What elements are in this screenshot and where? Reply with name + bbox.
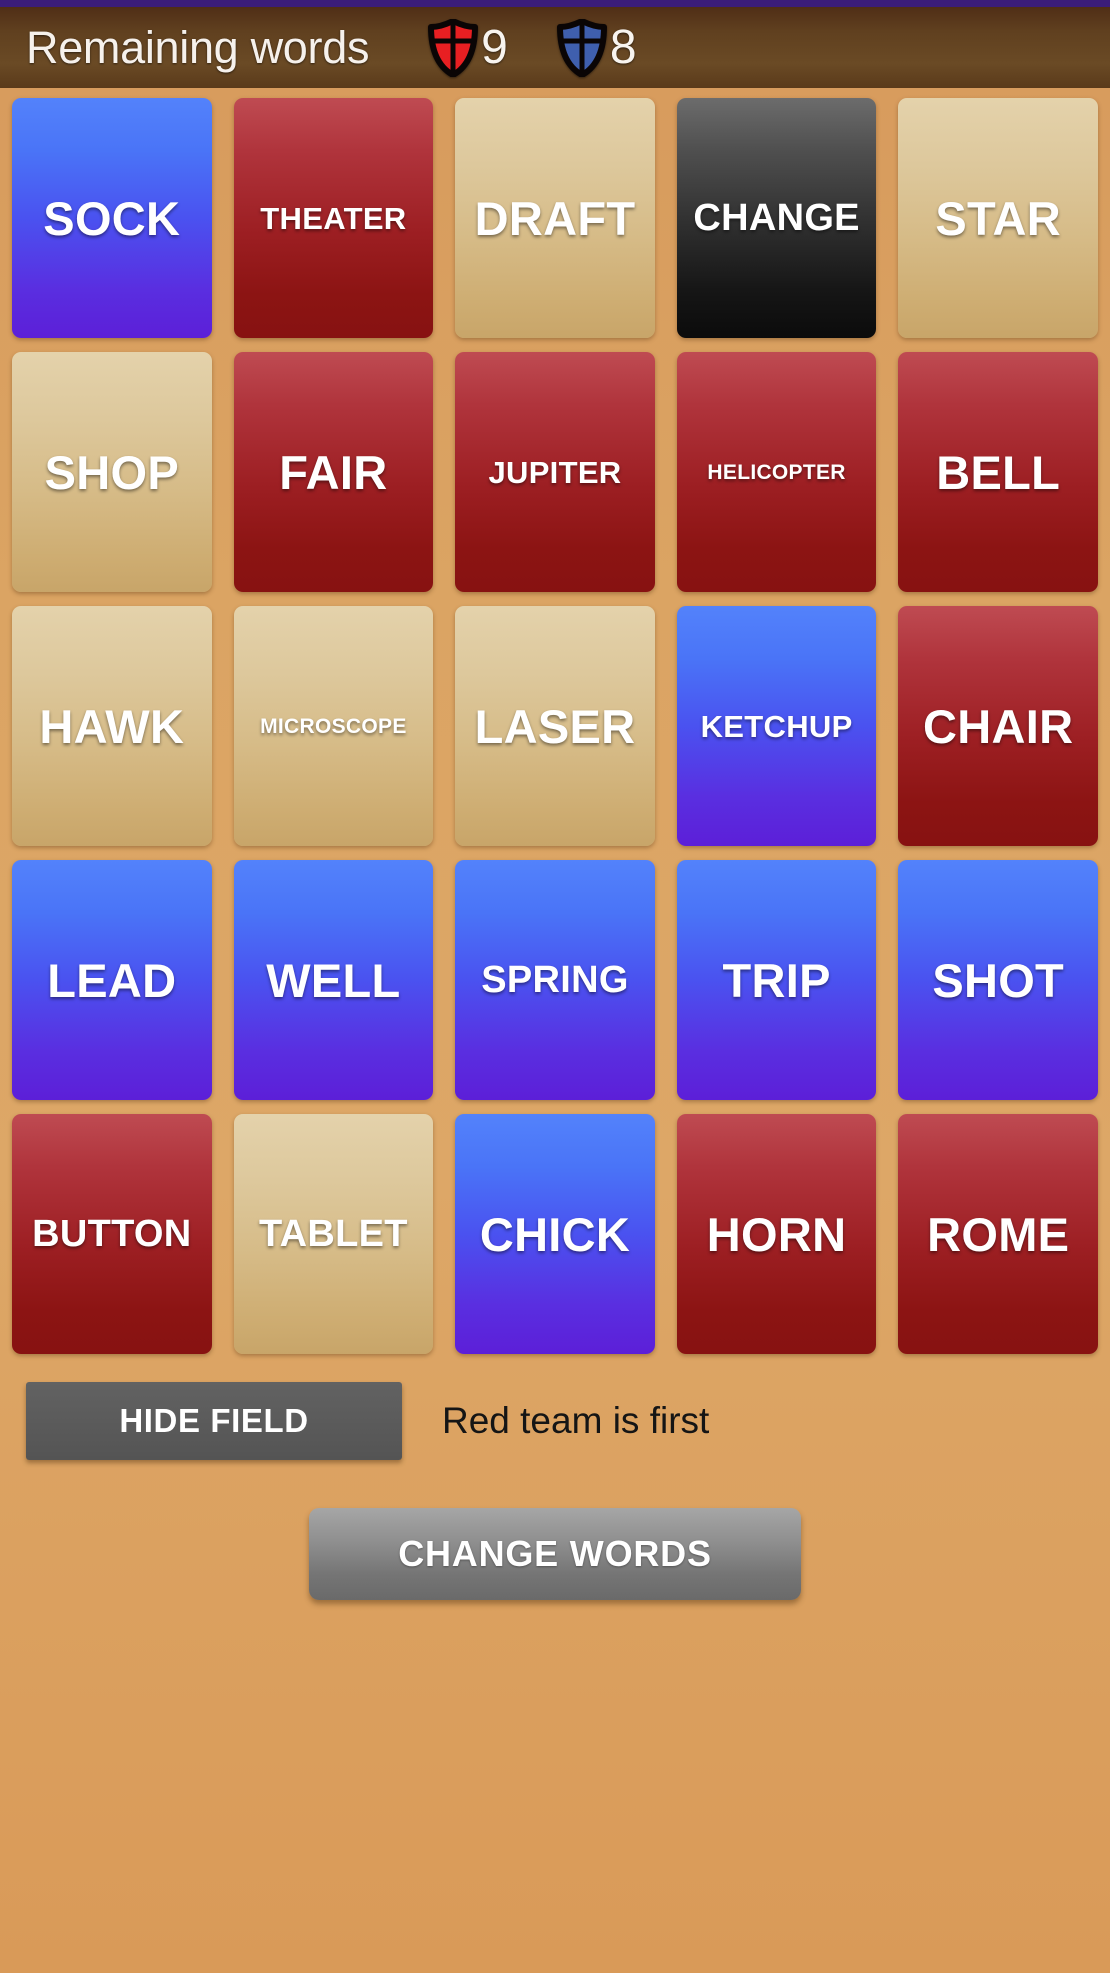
word-card[interactable]: SPRING: [455, 860, 655, 1100]
word-card-label: ROME: [927, 1207, 1070, 1261]
word-card-label: HAWK: [39, 699, 185, 753]
word-card-label: KETCHUP: [700, 708, 853, 744]
word-card[interactable]: WELL: [233, 860, 434, 1100]
word-card-label: LASER: [474, 699, 636, 753]
word-card[interactable]: HORN: [676, 1114, 877, 1354]
word-card[interactable]: STAR: [898, 98, 1098, 338]
word-card[interactable]: TRIP: [676, 860, 877, 1100]
word-card-label: CHANGE: [693, 197, 860, 239]
word-card[interactable]: SOCK: [12, 98, 212, 338]
word-card-label: HELICOPTER: [707, 460, 846, 484]
word-card-label: STAR: [935, 191, 1062, 245]
word-card[interactable]: CHAIR: [898, 606, 1098, 846]
red-team-count: 9: [481, 20, 508, 74]
word-card[interactable]: BUTTON: [12, 1114, 212, 1354]
word-card-label: SHOT: [932, 953, 1065, 1007]
status-bar-strip: [0, 0, 1110, 7]
word-card[interactable]: CHANGE: [676, 98, 877, 338]
word-card[interactable]: THEATER: [233, 98, 434, 338]
change-words-row: CHANGE WORDS: [0, 1460, 1110, 1600]
word-card-label: BUTTON: [32, 1213, 192, 1255]
word-card[interactable]: LEAD: [12, 860, 212, 1100]
red-team-score: 9: [427, 18, 508, 77]
change-words-button[interactable]: CHANGE WORDS: [309, 1508, 801, 1600]
shield-icon-red: [428, 18, 479, 77]
word-card[interactable]: DRAFT: [455, 98, 655, 338]
word-card[interactable]: HELICOPTER: [676, 352, 877, 592]
word-card-label: SOCK: [43, 191, 181, 245]
word-card-label: DRAFT: [474, 191, 636, 245]
word-card-label: FAIR: [279, 445, 388, 499]
word-card[interactable]: ROME: [898, 1114, 1098, 1354]
word-card[interactable]: SHOT: [898, 860, 1098, 1100]
controls-row: HIDE FIELD Red team is first: [0, 1354, 1110, 1460]
word-card[interactable]: JUPITER: [455, 352, 655, 592]
page-title: Remaining words: [26, 21, 370, 73]
word-card-label: WELL: [266, 953, 401, 1007]
word-card-label: TRIP: [722, 953, 831, 1007]
blue-team-count: 8: [609, 20, 637, 74]
hide-field-button[interactable]: HIDE FIELD: [26, 1382, 402, 1460]
turn-status-text: Red team is first: [442, 1400, 710, 1441]
word-card-label: MICROSCOPE: [260, 714, 407, 738]
word-card-label: JUPITER: [488, 454, 622, 490]
shield-icon-blue: [556, 18, 607, 77]
word-card-label: SPRING: [481, 959, 629, 1001]
word-card-label: CHICK: [479, 1207, 631, 1261]
header-bar: Remaining words 9 8: [0, 7, 1110, 88]
word-card-grid: SOCK THEATER DRAFT CHANGE STAR SHOP FAIR JUPITE…: [0, 88, 1110, 1354]
word-card-label: BELL: [936, 445, 1061, 499]
word-card-label: CHAIR: [923, 699, 1074, 753]
word-card[interactable]: SHOP: [12, 352, 212, 592]
word-card-label: THEATER: [260, 200, 407, 236]
blue-team-score: 8: [556, 18, 637, 77]
word-card[interactable]: LASER: [455, 606, 655, 846]
word-card-label: LEAD: [47, 953, 177, 1007]
word-card[interactable]: KETCHUP: [676, 606, 877, 846]
word-card[interactable]: MICROSCOPE: [233, 606, 434, 846]
word-card-label: TABLET: [258, 1213, 408, 1255]
word-card[interactable]: CHICK: [455, 1114, 655, 1354]
word-card[interactable]: TABLET: [233, 1114, 434, 1354]
word-card[interactable]: FAIR: [233, 352, 434, 592]
word-card[interactable]: HAWK: [12, 606, 212, 846]
word-card[interactable]: BELL: [898, 352, 1098, 592]
word-card-label: HORN: [706, 1207, 847, 1261]
word-card-label: SHOP: [44, 445, 179, 499]
